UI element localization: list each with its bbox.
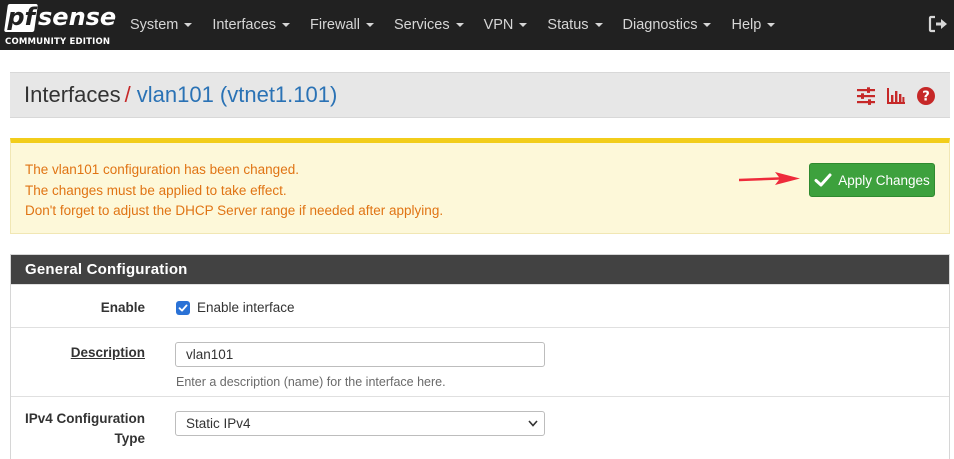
description-help-text: Enter a description (name) for the inter… <box>176 375 446 389</box>
description-row: Description Enter a description (name) f… <box>11 327 949 396</box>
enable-row: Enable Enable interface <box>11 284 949 327</box>
caret-down-icon <box>365 23 374 27</box>
breadcrumb-current[interactable]: vlan101 (vtnet1.101) <box>137 82 338 107</box>
main-menu: System Interfaces Firewall Services VPN … <box>120 0 785 50</box>
page-header: Interfaces / vlan101 (vtnet1.101) ? <box>10 72 950 118</box>
ipv4-config-type-row: IPv4 Configuration Type Static IPv4 <box>11 396 949 458</box>
pfsense-logo[interactable]: pf sense COMMUNITY EDITION <box>4 3 116 48</box>
alert-line: Don't forget to adjust the DHCP Server r… <box>25 203 444 218</box>
caret-down-icon <box>184 23 193 27</box>
header-shortcuts: ? <box>856 86 936 106</box>
nav-item-vpn[interactable]: VPN <box>474 0 538 50</box>
nav-item-diagnostics[interactable]: Diagnostics <box>613 0 722 50</box>
breadcrumb: Interfaces / vlan101 (vtnet1.101) <box>24 81 337 109</box>
checkmark-icon <box>178 304 188 312</box>
logo-edition-text: COMMUNITY EDITION <box>5 37 111 47</box>
caret-down-icon <box>519 23 528 27</box>
general-configuration-panel: General Configuration Enable Enable inte… <box>10 254 950 459</box>
caret-down-icon <box>594 23 603 27</box>
nav-item-help[interactable]: Help <box>721 0 785 50</box>
apply-changes-button[interactable]: Apply Changes <box>809 163 935 197</box>
nav-item-firewall[interactable]: Firewall <box>300 0 384 50</box>
alert-message: The vlan101 configuration has been chang… <box>25 160 443 222</box>
ipv4-config-type-select[interactable]: Static IPv4 <box>175 411 545 436</box>
nav-item-status[interactable]: Status <box>537 0 612 50</box>
alert-line: The vlan101 configuration has been chang… <box>25 162 299 177</box>
panel-title: General Configuration <box>11 255 949 284</box>
enable-interface-label[interactable]: Enable interface <box>197 298 295 318</box>
breadcrumb-root[interactable]: Interfaces <box>24 82 121 107</box>
logo-sense-text: sense <box>38 3 117 31</box>
red-arrow-icon <box>739 172 800 185</box>
top-navbar: pf sense COMMUNITY EDITION System Interf… <box>0 0 954 50</box>
enable-interface-checkbox[interactable] <box>176 301 190 315</box>
svg-text:?: ? <box>922 90 930 105</box>
checkmark-icon <box>814 173 832 187</box>
caret-down-icon <box>455 23 464 27</box>
ipv4-config-type-value: Static IPv4 <box>186 416 251 431</box>
sliders-icon[interactable] <box>856 86 876 106</box>
logout-icon[interactable] <box>928 15 948 33</box>
pending-changes-alert: The vlan101 configuration has been chang… <box>10 138 950 234</box>
nav-item-system[interactable]: System <box>120 0 202 50</box>
alert-line: The changes must be applied to take effe… <box>25 182 287 198</box>
description-input[interactable] <box>175 342 545 367</box>
description-label: Description <box>70 345 145 360</box>
apply-changes-label: Apply Changes <box>838 172 930 188</box>
breadcrumb-separator: / <box>124 82 131 107</box>
bar-chart-icon[interactable] <box>886 86 906 106</box>
nav-item-services[interactable]: Services <box>384 0 474 50</box>
enable-label: Enable <box>100 300 145 315</box>
ipv4-config-type-label: IPv4 Configuration Type <box>24 411 145 446</box>
caret-down-icon <box>282 23 291 27</box>
chevron-down-icon <box>528 420 538 427</box>
nav-item-interfaces[interactable]: Interfaces <box>202 0 300 50</box>
logo-pf-mark: pf <box>4 3 38 32</box>
caret-down-icon <box>703 23 712 27</box>
help-icon[interactable]: ? <box>916 86 936 106</box>
caret-down-icon <box>767 23 776 27</box>
